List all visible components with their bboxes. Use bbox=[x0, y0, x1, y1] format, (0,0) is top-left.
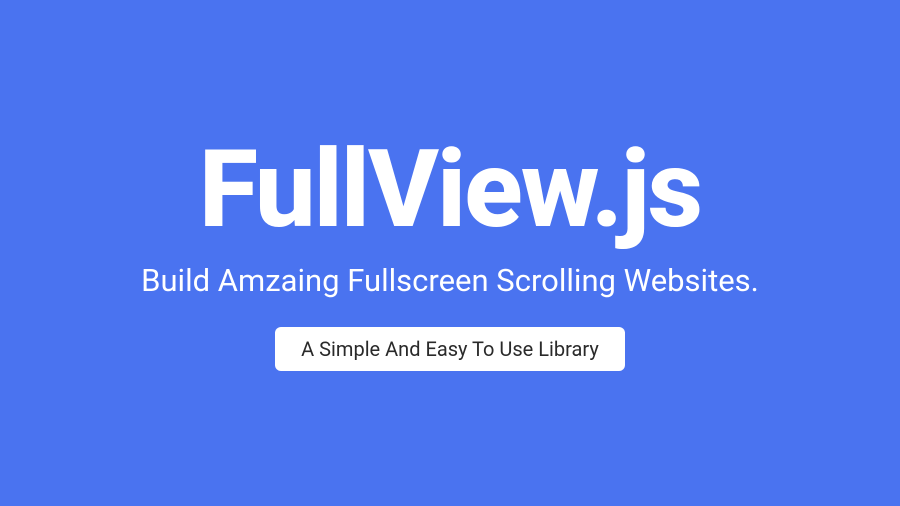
hero-title: FullView.js bbox=[199, 136, 701, 244]
hero-container: FullView.js Build Amzaing Fullscreen Scr… bbox=[141, 136, 759, 371]
hero-subtitle: Build Amzaing Fullscreen Scrolling Websi… bbox=[141, 262, 759, 299]
hero-badge: A Simple And Easy To Use Library bbox=[275, 327, 625, 371]
